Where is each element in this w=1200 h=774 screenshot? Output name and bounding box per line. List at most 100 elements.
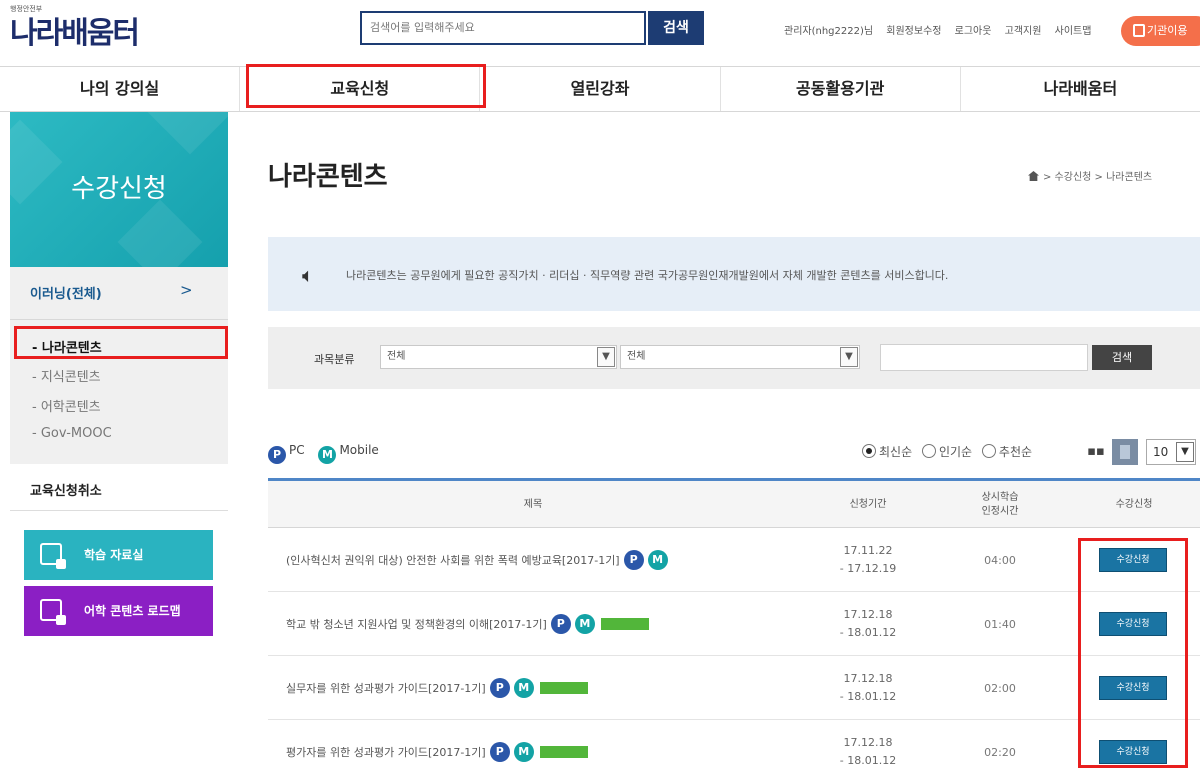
apply-period: 17.12.18 - 18.01.12 (828, 606, 908, 642)
learning-time: 04:00 (984, 553, 1016, 567)
course-title-text[interactable]: 평가자를 위한 성과평가 가이드[2017-1기] (286, 744, 486, 760)
sort-popular-label: 인기순 (938, 445, 973, 459)
learning-materials-label: 학습 자료실 (84, 548, 144, 562)
new-badge (539, 682, 588, 694)
highlight-sidebar-nara-contents (14, 326, 228, 359)
radio-icon (862, 444, 876, 458)
course-table: 제목 신청기간 상시학습 인정시간 수강신청 (인사혁신처 권익위 대상) 안전… (268, 478, 1200, 774)
site-logo[interactable]: 행정안전부 나라배움터 (10, 5, 140, 52)
nav-my-classroom[interactable]: 나의 강의실 (0, 67, 241, 111)
filter-subcategory-select[interactable]: 전체 ▼ (620, 345, 860, 369)
course-title[interactable]: 실무자를 위한 성과평가 가이드[2017-1기] P M (286, 656, 588, 720)
nav-shared-institutions[interactable]: 공동활용기관 (721, 67, 961, 111)
apply-period: 17.11.22 - 17.12.19 (828, 542, 908, 578)
chevron-down-icon: ▼ (597, 347, 615, 367)
filter-bar: 과목분류 전체 ▼ 전체 ▼ 검색 (268, 327, 1200, 389)
institution-button[interactable]: 기관이용 (1121, 16, 1200, 46)
chevron-down-icon: ▼ (840, 347, 858, 367)
util-user[interactable]: 관리자(nhg2222)님 (784, 26, 873, 37)
pc-badge-icon: P (268, 446, 286, 464)
util-sitemap[interactable]: 사이트맵 (1055, 26, 1092, 37)
util-logout[interactable]: 로그아웃 (955, 26, 992, 37)
util-support[interactable]: 고객지원 (1005, 26, 1042, 37)
highlight-apply-column (1078, 538, 1188, 768)
sidebar-item-knowledge-contents[interactable]: - 지식콘텐츠 (32, 366, 101, 385)
pc-badge-icon: P (550, 614, 571, 634)
sort-latest[interactable]: 최신순 (862, 444, 912, 459)
sort-options: 최신순 인기순 추천순 (862, 443, 1032, 460)
radio-icon (921, 444, 936, 458)
mobile-badge-icon: M (513, 678, 534, 698)
breadcrumb: > 수강신청 > 나라콘텐츠 (1028, 168, 1152, 183)
per-page-value: 10 (1153, 445, 1169, 459)
util-edit-profile[interactable]: 회원정보수정 (886, 26, 941, 37)
table-row: (인사혁신처 권익위 대상) 안전한 사회를 위한 폭력 예방교육[2017-1… (268, 528, 1200, 592)
pc-badge-icon: P (489, 678, 510, 698)
course-title[interactable]: (인사혁신처 권익위 대상) 안전한 사회를 위한 폭력 예방교육[2017-1… (286, 528, 668, 592)
period-end: - 18.01.12 (839, 626, 897, 639)
sidebar-hero-title: 수강신청 (71, 174, 167, 204)
mobile-badge-icon: M (647, 550, 668, 570)
course-title-text[interactable]: 실무자를 위한 성과평가 가이드[2017-1기] (286, 680, 486, 696)
period-start: 17.12.18 (843, 672, 893, 685)
period-start: 17.12.18 (843, 736, 893, 749)
apply-period: 17.12.18 - 18.01.12 (828, 734, 908, 770)
sidebar-item-language-contents[interactable]: - 어학콘텐츠 (32, 396, 101, 415)
global-search-input[interactable]: 검색어를 입력해주세요 (360, 11, 646, 45)
main-nav: 나의 강의실 교육신청 열린강좌 공동활용기관 나라배움터 (0, 66, 1200, 112)
sidebar-menu: 이러닝(전체) > - 나라콘텐츠 - 지식콘텐츠 - 어학콘텐츠 - Gov-… (10, 267, 228, 464)
filter-search-input[interactable] (880, 344, 1088, 371)
list-view-icon[interactable] (1112, 439, 1138, 465)
highlight-nav-course-apply (246, 64, 486, 108)
period-start: 17.11.22 (843, 544, 893, 557)
sort-popular[interactable]: 인기순 (921, 444, 973, 459)
home-icon[interactable] (1028, 171, 1039, 181)
nav-nara-baeumteo[interactable]: 나라배움터 (961, 67, 1200, 111)
legend-pc-label: PC (289, 443, 305, 457)
sidebar-category[interactable]: 이러닝(전체) (30, 283, 102, 302)
sidebar-divider (10, 319, 228, 320)
nav-open-lectures[interactable]: 열린강좌 (480, 67, 721, 111)
period-end: - 18.01.12 (839, 754, 897, 767)
sidebar-item-gov-mooc[interactable]: - Gov-MOOC (32, 426, 112, 441)
course-title[interactable]: 평가자를 위한 성과평가 가이드[2017-1기] P M (286, 720, 588, 774)
sort-recommended-label: 추천순 (998, 445, 1033, 459)
sidebar-course-cancel[interactable]: 교육신청취소 (30, 480, 102, 499)
col-time: 상시학습 인정시간 (981, 491, 1019, 517)
apply-period: 17.12.18 - 18.01.12 (828, 670, 908, 706)
filter-category-select[interactable]: 전체 ▼ (380, 345, 617, 369)
logo-text: 나라배움터 (10, 16, 140, 51)
grid-view-icon[interactable]: ▪▪ (1086, 442, 1106, 462)
pc-badge-icon: P (623, 550, 644, 570)
roadmap-icon (40, 599, 66, 625)
period-end: - 17.12.19 (839, 562, 897, 575)
sort-recommended[interactable]: 추천순 (981, 444, 1033, 459)
table-row: 실무자를 위한 성과평가 가이드[2017-1기] P M 17.12.18 - 18.… (268, 656, 1200, 720)
learning-time: 02:00 (984, 681, 1016, 695)
language-roadmap-button[interactable]: 어학 콘텐츠 로드맵 (24, 586, 213, 636)
course-title-text[interactable]: (인사혁신처 권익위 대상) 안전한 사회를 위한 폭력 예방교육[2017-1… (286, 552, 620, 568)
breadcrumb-path[interactable]: > 수강신청 > 나라콘텐츠 (1043, 172, 1152, 183)
page-title: 나라콘텐츠 (268, 162, 388, 192)
filter-label: 과목분류 (314, 353, 355, 366)
global-search-button[interactable]: 검색 (648, 11, 704, 45)
chevron-right-icon[interactable]: > (180, 281, 193, 299)
col-title: 제목 (523, 498, 543, 510)
language-roadmap-label: 어학 콘텐츠 로드맵 (84, 604, 181, 618)
speaker-icon: 🔈︎ (302, 263, 314, 287)
legend-mobile-label: Mobile (339, 443, 379, 457)
filter-search-button[interactable]: 검색 (1092, 345, 1152, 370)
device-legend: P PC M Mobile (268, 443, 379, 464)
radio-icon (981, 444, 996, 458)
chevron-down-icon: ▼ (1176, 442, 1194, 462)
per-page-select[interactable]: 10 ▼ (1146, 439, 1196, 465)
course-title[interactable]: 학교 밖 청소년 지원사업 및 정책환경의 이해[2017-1기] P M (286, 592, 649, 656)
mobile-badge-icon: M (574, 614, 595, 634)
new-badge (539, 746, 588, 758)
course-title-text[interactable]: 학교 밖 청소년 지원사업 및 정책환경의 이해[2017-1기] (286, 616, 547, 632)
learning-materials-button[interactable]: 학습 자료실 (24, 530, 213, 580)
col-apply: 수강신청 (1115, 498, 1153, 510)
notice-box: 🔈︎ 나라콘텐츠는 공무원에게 필요한 공직가치 · 리더십 · 직무역량 관련… (268, 237, 1200, 311)
table-row: 학교 밖 청소년 지원사업 및 정책환경의 이해[2017-1기] P M 17.12… (268, 592, 1200, 656)
col-period: 신청기간 (849, 498, 887, 510)
